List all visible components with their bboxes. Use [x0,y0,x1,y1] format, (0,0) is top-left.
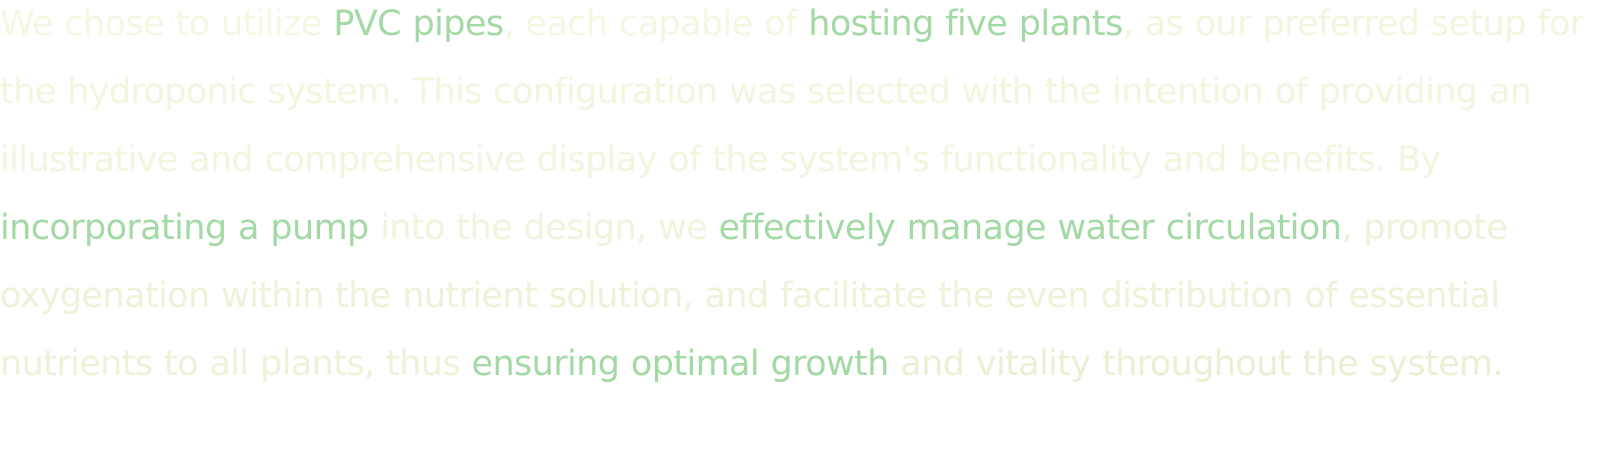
plain-text: , each capable of [503,4,809,44]
plain-text: and vitality throughout the system. [888,344,1504,384]
highlighted-phrase: ensuring optimal growth [471,344,890,384]
plain-text: We chose to utilize [0,4,334,44]
highlighted-phrase: PVC pipes [333,4,504,44]
highlighted-phrase: effectively manage water circulation [718,208,1342,248]
paragraph: We chose to utilize PVC pipes, each capa… [0,0,1612,398]
highlighted-phrase: incorporating a pump [0,208,369,248]
highlighted-phrase: hosting five plants [808,4,1123,44]
plain-text: into the design, we [368,208,719,248]
